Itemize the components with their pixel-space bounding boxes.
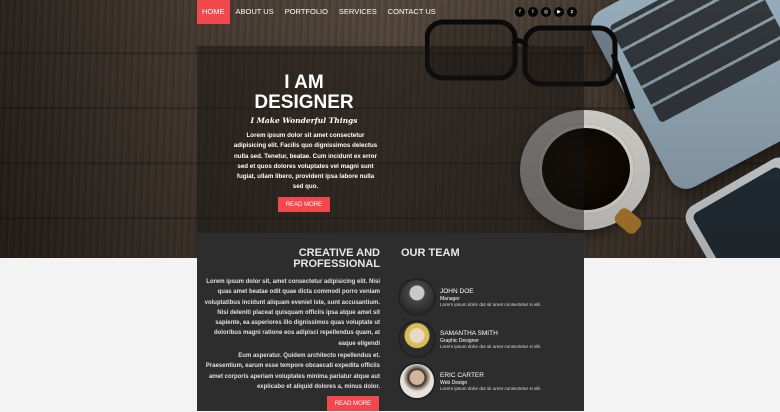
member-role: Graphic Designer bbox=[440, 337, 479, 344]
nav-portfolio[interactable]: PORTFOLIO bbox=[280, 0, 333, 24]
about-title: CREATIVE AND PROFESSIONAL bbox=[293, 247, 380, 270]
member-bio: Lorem ipsum dolor dut sit amet consectet… bbox=[440, 386, 542, 391]
social-links: f t ◎ ▶ p bbox=[515, 7, 577, 17]
member-role: Manager bbox=[440, 295, 460, 302]
member-role: Web Design bbox=[440, 379, 468, 386]
team-member: ERIC CARTER Web Design Lorem ipsum dolor… bbox=[400, 364, 580, 400]
instagram-icon[interactable]: ◎ bbox=[541, 7, 551, 17]
hero-title-line1: I AM bbox=[284, 72, 324, 93]
hero-title-line2: DESIGNER bbox=[254, 92, 354, 113]
member-name: SAMANTHA SMITH bbox=[440, 330, 498, 337]
team-member: SAMANTHA SMITH Graphic Designer Lorem ip… bbox=[400, 322, 580, 358]
team-member: JOHN DOE Manager Lorem ipsum dolor dut s… bbox=[400, 280, 580, 316]
member-bio: Lorem ipsum dolor dut sit amet consectet… bbox=[440, 344, 542, 349]
main-nav: HOME ABOUT US PORTFOLIO SERVICES CONTACT… bbox=[197, 0, 442, 24]
about-read-more-button[interactable]: READ MORE bbox=[327, 396, 379, 411]
hero-read-more-button[interactable]: READ MORE bbox=[278, 197, 330, 212]
nav-contact-us[interactable]: CONTACT US bbox=[383, 0, 441, 24]
member-name: JOHN DOE bbox=[440, 288, 474, 295]
nav-about-us[interactable]: ABOUT US bbox=[231, 0, 279, 24]
twitter-icon[interactable]: t bbox=[528, 7, 538, 17]
facebook-icon[interactable]: f bbox=[515, 7, 525, 17]
youtube-icon[interactable]: ▶ bbox=[554, 7, 564, 17]
avatar bbox=[400, 364, 434, 398]
about-paragraph-1: Lorem ipsum dolor sit, amet consectetur … bbox=[204, 279, 380, 347]
avatar bbox=[400, 322, 434, 356]
pinterest-icon[interactable]: p bbox=[567, 7, 577, 17]
hero-tagline: I Make Wonderful Things bbox=[250, 116, 358, 125]
team-title: OUR TEAM bbox=[401, 247, 460, 259]
member-bio: Lorem ipsum dolor dut sit amet consectet… bbox=[440, 302, 542, 307]
nav-services[interactable]: SERVICES bbox=[334, 0, 382, 24]
avatar bbox=[400, 280, 434, 314]
member-name: ERIC CARTER bbox=[440, 372, 484, 379]
hero-description: Lorem ipsum dolor sit amet consectetur a… bbox=[233, 132, 378, 191]
about-paragraph-2: Eum asperatur. Quidem architecto repelle… bbox=[205, 353, 380, 390]
nav-home[interactable]: HOME bbox=[197, 0, 230, 24]
